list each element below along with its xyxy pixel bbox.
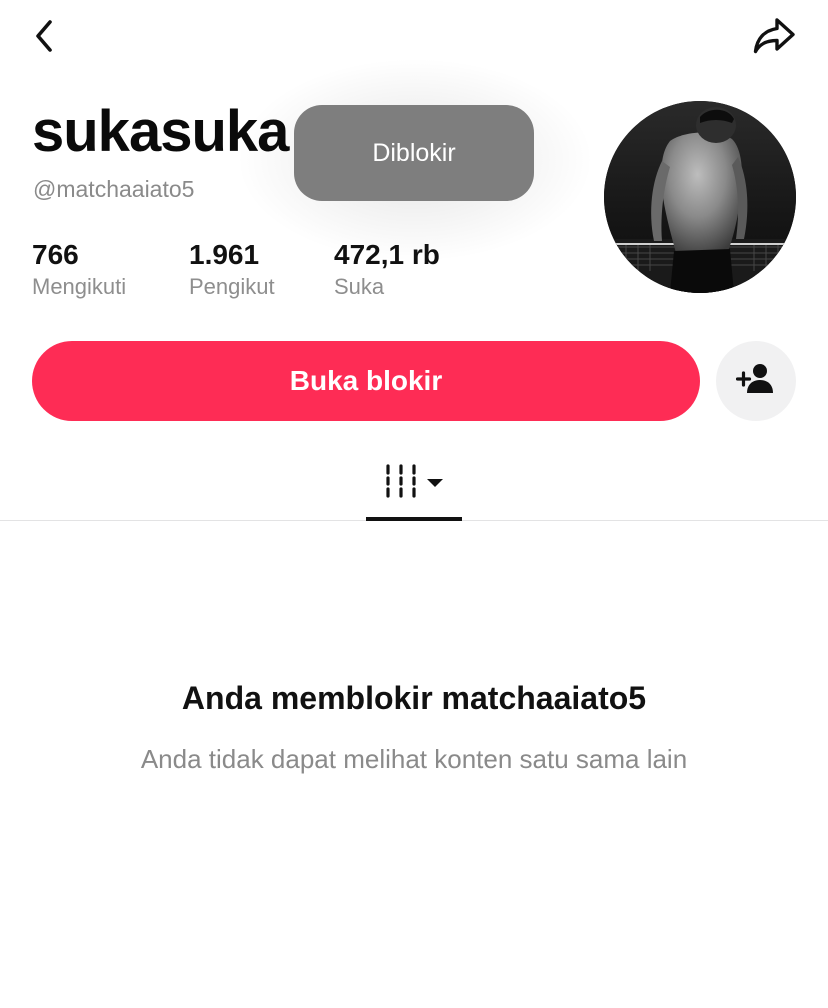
add-friend-button[interactable] bbox=[716, 341, 796, 421]
stat-label: Pengikut bbox=[189, 274, 275, 299]
share-button[interactable] bbox=[748, 14, 800, 62]
stat-value: 766 bbox=[32, 239, 79, 270]
back-button[interactable] bbox=[22, 14, 66, 62]
caret-down-icon bbox=[426, 477, 444, 489]
grid-icon bbox=[384, 463, 418, 503]
tab-indicator bbox=[366, 517, 462, 521]
stat-label: Suka bbox=[334, 274, 385, 299]
person-add-icon bbox=[735, 362, 776, 401]
chevron-left-icon bbox=[33, 19, 55, 58]
stat-following[interactable]: 766 Mengikuti bbox=[32, 238, 126, 302]
empty-state-subtitle: Anda tidak dapat melihat konten satu sam… bbox=[140, 744, 688, 774]
username: @matchaaiato5 bbox=[33, 176, 195, 202]
avatar[interactable] bbox=[604, 101, 796, 293]
empty-state-title: Anda memblokir matchaaiato5 bbox=[181, 680, 647, 716]
stat-value: 1.961 bbox=[189, 239, 260, 270]
blocked-toast: Diblokir bbox=[294, 105, 534, 201]
share-arrow-icon bbox=[752, 16, 796, 61]
stat-label: Mengikuti bbox=[32, 274, 127, 299]
tab-videos[interactable] bbox=[366, 446, 462, 520]
stat-followers[interactable]: 1.961 Pengikut bbox=[189, 238, 275, 302]
unblock-button[interactable]: Buka blokir bbox=[32, 341, 700, 421]
